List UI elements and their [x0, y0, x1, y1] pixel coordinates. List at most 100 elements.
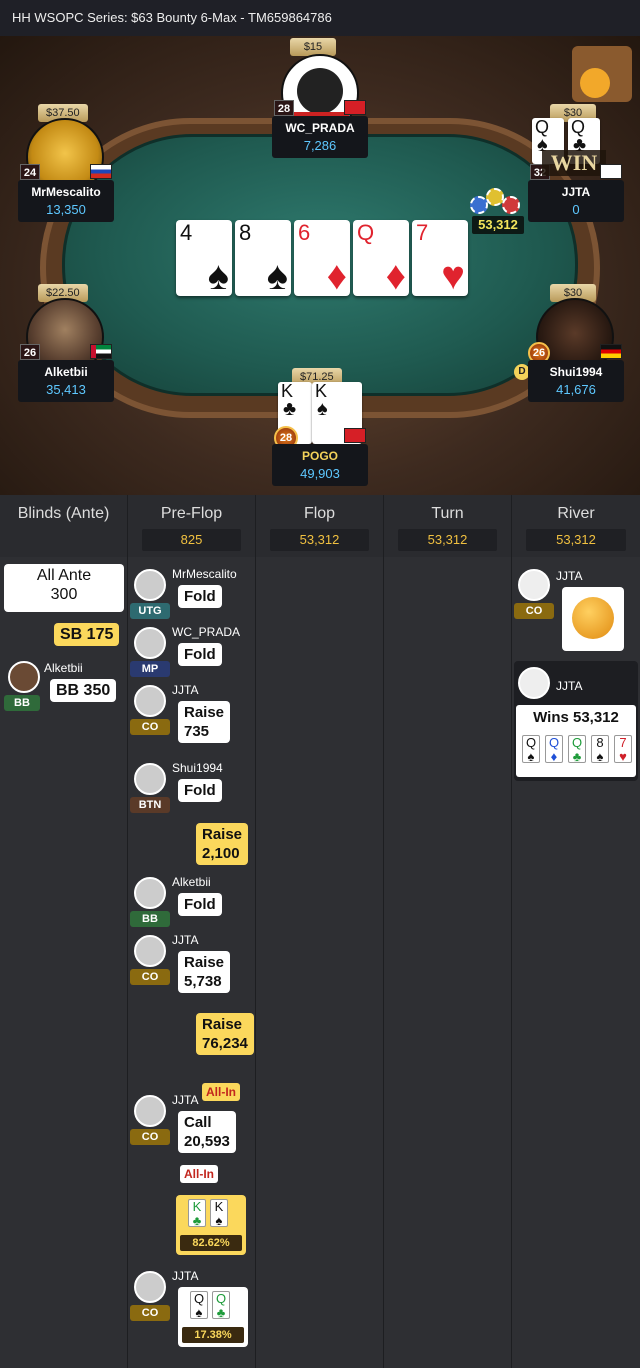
avatar: [134, 1271, 166, 1303]
flag-icon: [90, 164, 112, 179]
flag-icon: [90, 344, 112, 359]
avatar: [134, 569, 166, 601]
column-turn: Turn 53,312: [384, 495, 512, 1368]
board-card: 8 ♠: [235, 220, 291, 298]
action-bubble: Raise 76,234: [196, 1013, 254, 1055]
avatar: [134, 763, 166, 795]
card-rank: 7: [416, 220, 429, 245]
player-nameplate: JJTA 0: [528, 180, 624, 222]
seat-jjta[interactable]: $30 Q ♠ Q ♣ 32 WIN JJTA 0: [528, 104, 624, 224]
equity-card: K ♠: [210, 1199, 228, 1228]
player-stack: 49,903: [300, 466, 340, 481]
player-stack: 35,413: [46, 382, 86, 397]
card-rank: 6: [298, 220, 311, 245]
player-stack: 41,676: [556, 382, 596, 397]
action-bubble: Fold: [178, 585, 222, 608]
emoji-icon: [572, 597, 614, 639]
column-header: River 53,312: [512, 495, 640, 557]
player-stack: 13,350: [46, 202, 86, 217]
card-rank: Q: [357, 220, 375, 245]
position-badge: CO: [130, 969, 170, 985]
board-card: 6 ♦: [294, 220, 350, 298]
card-suit: ♦: [385, 254, 406, 298]
player-name: Shui1994: [172, 761, 223, 775]
card-suit: ♠: [266, 254, 288, 298]
action-bubble: Fold: [178, 893, 222, 916]
card-rank: 8: [239, 220, 252, 245]
player-nameplate: WC_PRADA 7,286: [272, 116, 368, 158]
action-bubble: Fold: [178, 779, 222, 802]
action-bubble: Raise 2,100: [196, 823, 249, 865]
seat-wc-prada[interactable]: $15 28 WC_PRADA 7,286: [272, 38, 368, 158]
player-nameplate: MrMescalito 13,350: [18, 180, 114, 222]
column-header: Turn 53,312: [384, 495, 511, 557]
player-name: Alketbii: [172, 875, 211, 889]
avatar: [134, 627, 166, 659]
position-badge: CO: [130, 719, 170, 735]
position-badge: BTN: [130, 797, 170, 813]
bounty-tag: $15: [290, 38, 336, 56]
column-header: Flop 53,312: [256, 495, 383, 557]
player-level: 24: [20, 164, 40, 180]
position-badge: UTG: [130, 603, 170, 619]
equity-card: Q ♠: [190, 1291, 208, 1320]
avatar: [134, 685, 166, 717]
street-pot: 825: [142, 529, 241, 551]
win-banner: WIN: [542, 150, 606, 176]
action-bubble: Fold: [178, 643, 222, 666]
position-badge: CO: [514, 603, 554, 619]
player-level: 26: [20, 344, 40, 360]
seat-mrmescalito[interactable]: $37.50 24 MrMescalito 13,350: [18, 104, 114, 224]
player-name: MrMescalito: [172, 567, 237, 581]
player-name: Alketbii: [44, 365, 88, 379]
hand-history[interactable]: Blinds (Ante) Pre-Flop 825 Flop 53,312 Tur…: [0, 495, 640, 1368]
ante-amount: 300: [50, 586, 78, 603]
column-title: River: [557, 505, 595, 522]
position-badge: CO: [130, 1305, 170, 1321]
flag-icon: [600, 164, 622, 179]
street-pot: 53,312: [526, 529, 626, 551]
column-header: Blinds (Ante): [0, 495, 127, 557]
avatar: [8, 661, 40, 693]
column-title: Blinds (Ante): [17, 505, 110, 522]
equity-card: Q ♣: [212, 1291, 230, 1320]
wins-box: Wins 53,312 Q ♠ Q ♦ Q ♣ 8 ♠ 7 ♥: [516, 705, 636, 777]
column-header: Pre-Flop 825: [128, 495, 255, 557]
position-badge: BB: [4, 695, 40, 711]
column-title: Pre-Flop: [160, 505, 223, 522]
window-title: HH WSOPC Series: $63 Bounty 6-Max - TM65…: [0, 0, 640, 36]
avatar: [518, 569, 550, 601]
action-bubble: Raise 5,738: [178, 951, 231, 993]
player-name: Alketbii: [44, 661, 83, 675]
equity-box: K ♣ K ♠ 82.62%: [176, 1195, 246, 1255]
seat-pogo[interactable]: $71.25 K ♣ K ♠ 28 POGO 49,903: [272, 368, 368, 488]
seat-alketbii[interactable]: $22.50 26 Alketbii 35,413: [18, 284, 114, 404]
column-title: Turn: [431, 505, 464, 522]
player-level: 28: [274, 100, 294, 116]
big-blind-bubble: BB 350: [50, 679, 117, 702]
all-in-badge: All-In: [202, 1083, 240, 1101]
player-name: WC_PRADA: [285, 121, 355, 135]
player-stack: 0: [572, 202, 580, 217]
player-nameplate: POGO 49,903: [272, 444, 368, 486]
emote-bubble: [562, 587, 624, 651]
position-badge: MP: [130, 661, 170, 677]
card-suit: ♠: [207, 254, 229, 298]
equity-percent: 82.62%: [180, 1235, 242, 1251]
player-name: POGO: [301, 449, 338, 463]
card-suit: ♥: [441, 254, 465, 298]
card-suit: ♦: [326, 254, 347, 298]
street-pot: 53,312: [398, 529, 497, 551]
avatar: [518, 667, 550, 699]
all-in-badge: All-In: [180, 1165, 218, 1183]
winner-panel: JJTA Wins 53,312 Q ♠ Q ♦ Q ♣ 8 ♠ 7 ♥: [514, 661, 638, 781]
winning-card: 8 ♠: [591, 735, 609, 764]
player-name: JJTA: [556, 569, 583, 583]
seat-shui1994[interactable]: $30 26 D Shui1994 41,676: [514, 284, 624, 404]
player-stack: 7,286: [303, 138, 337, 153]
player-name: MrMescalito: [31, 185, 101, 199]
player-name: JJTA: [172, 933, 199, 947]
player-name: WC_PRADA: [172, 625, 241, 639]
flag-icon: [344, 100, 366, 115]
player-name: JJTA: [172, 1093, 199, 1107]
